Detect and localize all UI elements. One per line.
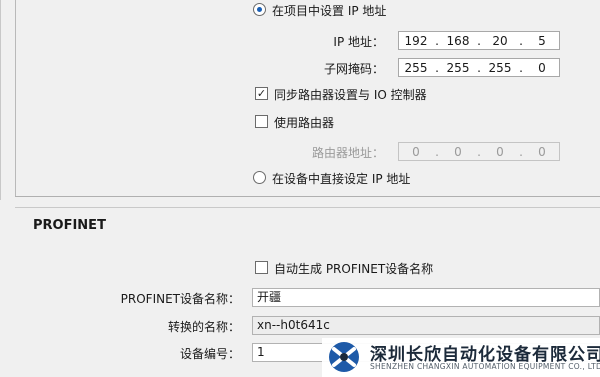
- device-name-input[interactable]: 开疆: [252, 288, 600, 307]
- ip-address-label: IP 地址：: [333, 35, 384, 49]
- mask-octet-2: 255: [446, 60, 470, 75]
- section-separator: [15, 196, 600, 197]
- ip-octet-1: 192: [404, 33, 428, 48]
- router-octet-1: 0: [412, 144, 420, 159]
- ip-address-field[interactable]: 192. 168. 20. 5: [398, 31, 560, 50]
- radio-set-ip-in-project[interactable]: [253, 3, 266, 16]
- ip-octet-3: 20: [492, 33, 508, 48]
- auto-generate-name-label: 自动生成 PROFINET设备名称: [274, 262, 434, 276]
- radio-set-ip-on-device[interactable]: [253, 171, 266, 184]
- router-octet-4: 0: [538, 144, 546, 159]
- mask-octet-3: 255: [488, 60, 512, 75]
- converted-name-label: 转换的名称：: [167, 320, 240, 334]
- profinet-top-border: [15, 207, 600, 208]
- router-address-label: 路由器地址：: [311, 146, 384, 160]
- panel-left-border: [15, 0, 16, 196]
- sync-router-label: 同步路由器设置与 IO 控制器: [274, 88, 427, 102]
- device-number-label: 设备编号：: [179, 347, 240, 361]
- router-octet-3: 0: [496, 144, 504, 159]
- company-logo-icon: [329, 342, 359, 372]
- auto-generate-name-checkbox[interactable]: [255, 261, 268, 274]
- profinet-section-title: PROFINET: [33, 218, 106, 233]
- converted-name-field: xn--h0t641c: [252, 316, 600, 335]
- subnet-mask-label: 子网掩码：: [323, 62, 384, 76]
- ip-octet-4: 5: [538, 33, 546, 48]
- ip-octet-2: 168: [446, 33, 470, 48]
- company-name-en: SHENZHEN CHANGXIN AUTOMATION EQUIPMENT C…: [370, 362, 600, 371]
- use-router-checkbox[interactable]: [255, 115, 268, 128]
- subnet-mask-field[interactable]: 255. 255. 255. 0: [398, 58, 560, 77]
- mask-octet-1: 255: [404, 60, 428, 75]
- router-address-field[interactable]: 0. 0. 0. 0: [398, 142, 560, 161]
- radio-set-ip-in-project-label: 在项目中设置 IP 地址: [272, 4, 387, 18]
- sync-router-checkbox[interactable]: ✓: [255, 87, 268, 100]
- use-router-label: 使用路由器: [274, 116, 335, 130]
- device-name-label: PROFINET设备名称：: [120, 292, 240, 306]
- router-octet-2: 0: [454, 144, 462, 159]
- mask-octet-4: 0: [538, 60, 546, 75]
- radio-set-ip-on-device-label: 在设备中直接设定 IP 地址: [272, 172, 411, 186]
